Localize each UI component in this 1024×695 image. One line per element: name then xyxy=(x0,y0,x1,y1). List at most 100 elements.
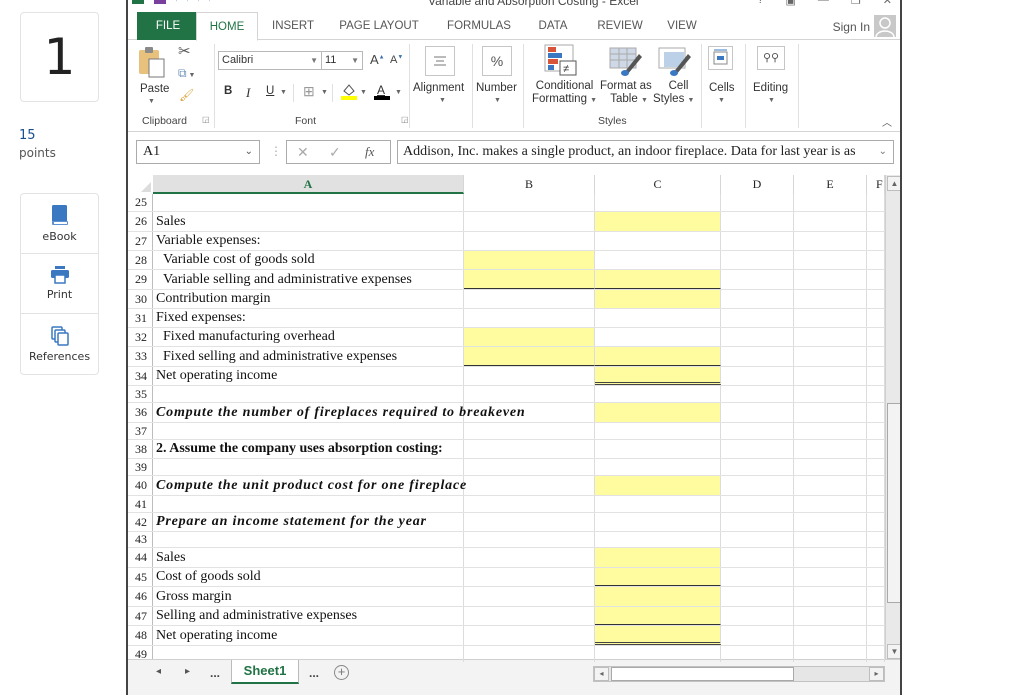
cell-e36[interactable] xyxy=(794,403,867,422)
cell-f36[interactable] xyxy=(867,403,885,422)
cell-e41[interactable] xyxy=(794,496,867,512)
row-header[interactable]: 41 xyxy=(128,496,153,512)
cell-a45[interactable]: Cost of goods sold xyxy=(153,568,464,586)
cell-a34[interactable]: Net operating income xyxy=(153,367,464,385)
help-icon[interactable]: ? xyxy=(757,0,763,7)
cell-f41[interactable] xyxy=(867,496,885,512)
cell-b43[interactable] xyxy=(464,532,595,547)
row-header[interactable]: 32 xyxy=(128,328,153,346)
cell-e38[interactable] xyxy=(794,440,867,458)
font-name-select[interactable]: Calibri ▼ xyxy=(218,51,322,70)
cell-e47[interactable] xyxy=(794,607,867,625)
column-header-e[interactable]: E xyxy=(794,175,867,194)
cell-a26[interactable]: Sales xyxy=(153,212,464,231)
row-header[interactable]: 35 xyxy=(128,386,153,402)
cell-c37[interactable] xyxy=(595,423,721,439)
cell-c38[interactable] xyxy=(595,440,721,458)
cell-a46[interactable]: Gross margin xyxy=(153,587,464,606)
cell-c39[interactable] xyxy=(595,459,721,475)
cell-b47[interactable] xyxy=(464,607,595,625)
cell-e35[interactable] xyxy=(794,386,867,402)
tab-page-layout[interactable]: PAGE LAYOUT xyxy=(332,12,426,40)
add-sheet-icon[interactable]: + xyxy=(334,665,349,680)
row-header[interactable]: 28 xyxy=(128,251,153,269)
row-header[interactable]: 29 xyxy=(128,270,153,289)
cell-f49[interactable] xyxy=(867,646,885,662)
save-icon[interactable] xyxy=(154,0,166,4)
row-header[interactable]: 25 xyxy=(128,194,153,211)
cell-f45[interactable] xyxy=(867,568,885,586)
cell-b31[interactable] xyxy=(464,309,595,327)
cell-e25[interactable] xyxy=(794,194,867,211)
print-button[interactable]: Print xyxy=(21,254,98,314)
vertical-scroll-thumb[interactable] xyxy=(887,403,900,603)
tab-review[interactable]: REVIEW xyxy=(592,12,648,40)
input-cell-c36[interactable] xyxy=(595,403,721,422)
cell-e31[interactable] xyxy=(794,309,867,327)
sheet-tab-sheet1[interactable]: Sheet1 xyxy=(231,660,299,684)
cell-e33[interactable] xyxy=(794,347,867,366)
row-header[interactable]: 46 xyxy=(128,587,153,606)
more-sheets-right[interactable]: ... xyxy=(309,666,319,680)
cell-d43[interactable] xyxy=(721,532,794,547)
cell-f26[interactable] xyxy=(867,212,885,231)
cell-f39[interactable] xyxy=(867,459,885,475)
select-all-corner[interactable] xyxy=(128,175,153,194)
cell-b49[interactable] xyxy=(464,646,595,662)
column-header-c[interactable]: C xyxy=(595,175,721,194)
cell-c35[interactable] xyxy=(595,386,721,402)
cell-a33[interactable]: Fixed selling and administrative expense… xyxy=(153,347,464,366)
paste-button[interactable] xyxy=(138,46,166,81)
cell-d29[interactable] xyxy=(721,270,794,289)
underline-dropdown-icon[interactable]: ▼ xyxy=(280,89,287,96)
tab-file[interactable]: FILE xyxy=(137,12,199,40)
input-cell-c44[interactable] xyxy=(595,548,721,567)
cell-c25[interactable] xyxy=(595,194,721,211)
cell-e30[interactable] xyxy=(794,290,867,308)
cell-b30[interactable] xyxy=(464,290,595,308)
paste-label[interactable]: Paste xyxy=(140,83,169,95)
cell-f38[interactable] xyxy=(867,440,885,458)
borders-icon[interactable]: ⊞ xyxy=(303,83,315,100)
decrease-font-icon[interactable]: A▼ xyxy=(390,54,403,66)
cell-b34[interactable] xyxy=(464,367,595,385)
cell-e32[interactable] xyxy=(794,328,867,346)
cell-e40[interactable] xyxy=(794,476,867,495)
cell-f25[interactable] xyxy=(867,194,885,211)
cell-a36[interactable]: Compute the number of fireplaces require… xyxy=(153,403,525,422)
format-painter-icon[interactable]: 🖌 xyxy=(179,88,194,102)
row-header[interactable]: 45 xyxy=(128,568,153,586)
input-cell-b29[interactable] xyxy=(464,270,595,289)
input-cell-c33[interactable] xyxy=(595,347,721,366)
cell-b38[interactable] xyxy=(464,440,595,458)
name-box[interactable]: A1 ⌄ xyxy=(136,140,260,164)
cell-f34[interactable] xyxy=(867,367,885,385)
column-header-f[interactable]: F xyxy=(867,175,885,194)
number-label[interactable]: Number xyxy=(476,82,517,94)
ebook-button[interactable]: eBook xyxy=(21,194,98,254)
tab-home[interactable]: HOME xyxy=(196,12,258,41)
row-header[interactable]: 47 xyxy=(128,607,153,625)
cell-c31[interactable] xyxy=(595,309,721,327)
input-cell-c46[interactable] xyxy=(595,587,721,606)
row-header[interactable]: 37 xyxy=(128,423,153,439)
cell-c41[interactable] xyxy=(595,496,721,512)
borders-dropdown-icon[interactable]: ▼ xyxy=(321,89,328,96)
format-as-table-button[interactable] xyxy=(609,46,643,79)
scroll-up-icon[interactable]: ▲ xyxy=(887,176,900,191)
cell-d42[interactable] xyxy=(721,513,794,531)
cell-a43[interactable] xyxy=(153,532,464,547)
cell-b42[interactable] xyxy=(464,513,595,531)
cell-d30[interactable] xyxy=(721,290,794,308)
cell-d33[interactable] xyxy=(721,347,794,366)
cell-a30[interactable]: Contribution margin xyxy=(153,290,464,308)
cell-styles-button[interactable] xyxy=(658,46,692,79)
vertical-scrollbar[interactable]: ▲ ▼ xyxy=(885,175,900,660)
cell-e37[interactable] xyxy=(794,423,867,439)
cell-e48[interactable] xyxy=(794,626,867,645)
cell-e29[interactable] xyxy=(794,270,867,289)
input-cell-c29[interactable] xyxy=(595,270,721,289)
cell-f46[interactable] xyxy=(867,587,885,606)
cell-a37[interactable] xyxy=(153,423,464,439)
cell-f30[interactable] xyxy=(867,290,885,308)
